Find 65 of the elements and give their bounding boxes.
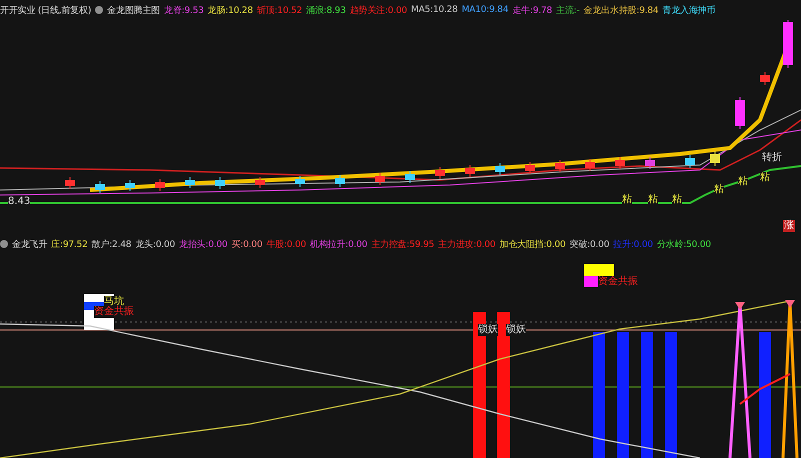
candlestick bbox=[335, 174, 345, 188]
indicator-dot-icon[interactable] bbox=[0, 240, 8, 248]
stock-title: 开开实业 (日线,前复权) bbox=[0, 4, 92, 16]
indicator-dot-icon[interactable] bbox=[95, 6, 104, 14]
legend-item: 突破:0.00 bbox=[570, 238, 610, 250]
candlestick bbox=[735, 96, 745, 130]
legend-item: 主力控盘:59.95 bbox=[371, 238, 434, 250]
indicator-name: 金龙飞升 bbox=[12, 238, 48, 250]
legend-item: 分水岭:50.00 bbox=[656, 238, 711, 250]
candlestick bbox=[125, 180, 135, 192]
candlestick bbox=[685, 154, 695, 168]
legend-item: 龙脊:9.53 bbox=[164, 4, 204, 16]
resonance-label: 资金共振 bbox=[598, 276, 638, 288]
legend-item: 拉升:0.00 bbox=[613, 238, 653, 250]
legend-item: 机构拉升:0.00 bbox=[310, 238, 368, 250]
legend-item: 主力进攻:0.00 bbox=[438, 238, 496, 250]
candlestick bbox=[95, 180, 105, 194]
candlestick bbox=[295, 176, 305, 188]
stick-label: 粘 bbox=[672, 194, 682, 206]
resonance-label: 资金共振 bbox=[94, 306, 134, 318]
legend-item: 龙抬头:0.00 bbox=[178, 238, 228, 250]
candlestick bbox=[255, 176, 265, 188]
candlestick bbox=[65, 176, 75, 190]
candlestick bbox=[710, 150, 720, 166]
indicator-name: 金龙图腾主图 bbox=[107, 4, 160, 16]
candlestick bbox=[760, 72, 770, 86]
candlestick bbox=[185, 176, 195, 188]
legend-item: 金龙出水持股:9.84 bbox=[584, 4, 658, 16]
candlestick bbox=[783, 20, 793, 68]
legend-item: 买:0.00 bbox=[231, 238, 262, 250]
legend-item: 龙肠:10.28 bbox=[208, 4, 253, 16]
candlestick bbox=[525, 162, 535, 174]
legend-item: 趋势关注:0.00 bbox=[350, 4, 408, 16]
candlestick bbox=[375, 172, 385, 186]
candlestick bbox=[615, 156, 625, 170]
legend-item: 斩顶:10.52 bbox=[256, 4, 302, 16]
stick-label: 粘 bbox=[714, 184, 724, 196]
candlestick bbox=[645, 156, 655, 170]
legend-item: 加仓大阻挡:0.00 bbox=[499, 238, 566, 250]
candlestick bbox=[495, 162, 505, 176]
stick-label: 粘 bbox=[760, 172, 770, 184]
lock-label: 锁妖 bbox=[506, 324, 526, 336]
legend-item: MA10:9.84 bbox=[462, 5, 508, 15]
legend-item: 主流:- bbox=[556, 4, 580, 16]
legend-item: MA5:10.28 bbox=[411, 5, 458, 15]
legend-item: 庄:97.52 bbox=[51, 238, 88, 250]
turn-label: 转折 bbox=[762, 152, 782, 164]
lock-label: 锁妖 bbox=[478, 324, 498, 336]
legend-item: 散户:2.48 bbox=[92, 238, 132, 250]
legend-item: 龙头:0.00 bbox=[135, 238, 175, 250]
candlestick bbox=[215, 176, 225, 190]
candlestick bbox=[155, 178, 165, 192]
legend-item: 涌浪:8.93 bbox=[306, 4, 346, 16]
candlestick bbox=[435, 166, 445, 180]
candlestick bbox=[555, 160, 565, 172]
legend-item: 走牛:9.78 bbox=[512, 4, 552, 16]
legend-item: 牛股:0.00 bbox=[266, 238, 306, 250]
legend-item: 青龙入海抻币 bbox=[662, 4, 716, 16]
candlestick bbox=[465, 164, 475, 178]
stick-label: 粘 bbox=[738, 176, 748, 188]
rise-label: 涨 bbox=[783, 220, 795, 232]
stick-label: 粘 bbox=[622, 194, 632, 206]
stick-label: 粘 bbox=[648, 194, 658, 206]
candlestick bbox=[405, 170, 415, 184]
candlestick bbox=[585, 158, 595, 172]
